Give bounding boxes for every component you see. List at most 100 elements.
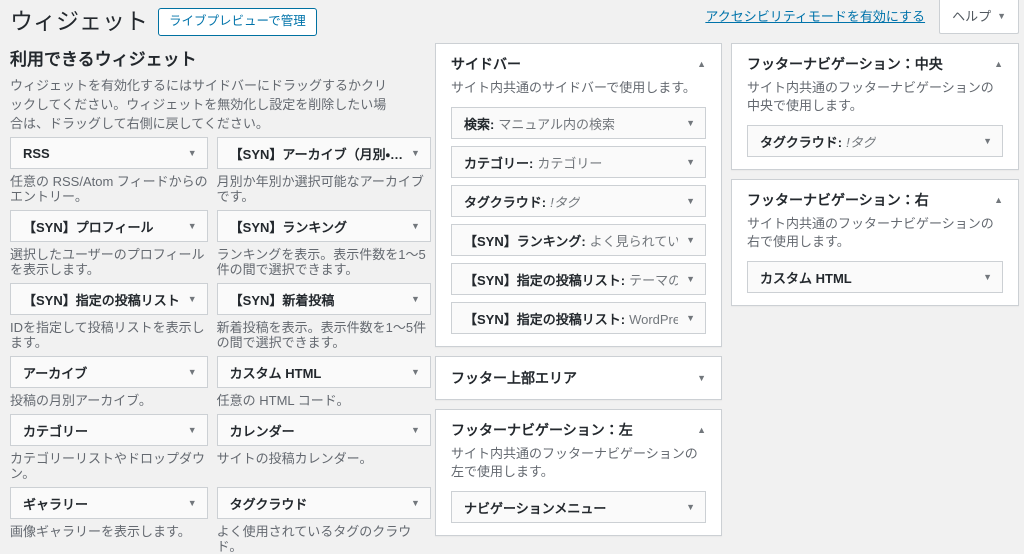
page-title: ウィジェット: [10, 7, 148, 37]
widget-title: 【SYN】アーカイブ（月別・…: [230, 144, 403, 163]
chevron-down-icon[interactable]: ▼: [403, 221, 420, 231]
widget-bar[interactable]: 【SYN】アーカイブ（月別・… ▼: [217, 137, 431, 169]
sidebar-panel-footer-nav-center: フッターナビゲーション：中央 ▲ サイト内共通のフッターナビゲーションの中央で使…: [731, 43, 1019, 170]
available-widget: アーカイブ ▼ 投稿の月別アーカイブ。: [10, 356, 208, 408]
panel-header[interactable]: フッターナビゲーション：左 ▲: [451, 421, 706, 439]
available-widget: カスタム HTML ▼ 任意の HTML コード。: [217, 356, 431, 408]
panel-widget-list: ナビゲーションメニュー ▼: [451, 491, 706, 523]
widget-bar[interactable]: カスタム HTML ▼: [217, 356, 431, 388]
widget-title: 【SYN】ランキング:よく見られている記事: [464, 231, 678, 250]
available-widget: 【SYN】指定の投稿リスト ▼ IDを指定して投稿リストを表示します。: [10, 283, 208, 350]
widget-title: 【SYN】指定の投稿リスト: [23, 290, 180, 309]
chevron-down-icon[interactable]: ▼: [180, 425, 197, 435]
widget-name: ナビゲーションメニュー: [464, 498, 606, 517]
widget-subtitle: テーマの適用: [629, 270, 678, 289]
widget-bar[interactable]: 【SYN】プロフィール ▼: [10, 210, 208, 242]
widget-bar[interactable]: 【SYN】指定の投稿リスト:WordPressの設定 ▼: [451, 302, 706, 334]
collapse-toggle-icon[interactable]: ▲: [986, 195, 1003, 205]
widget-bar[interactable]: ギャラリー ▼: [10, 487, 208, 519]
chevron-down-icon[interactable]: ▼: [975, 272, 992, 282]
panel-header[interactable]: サイドバー ▲: [451, 55, 706, 73]
available-widget: タグクラウド ▼ よく使用されているタグのクラウド。: [217, 487, 431, 554]
chevron-down-icon[interactable]: ▼: [403, 148, 420, 158]
panel-header[interactable]: フッター上部エリア ▼: [451, 369, 706, 387]
chevron-down-icon[interactable]: ▼: [678, 313, 695, 323]
available-widget: RSS ▼ 任意の RSS/Atom フィードからのエントリー。: [10, 137, 208, 204]
panel-title: フッターナビゲーション：右: [747, 191, 929, 209]
widget-title: アーカイブ: [23, 363, 87, 382]
widget-description: サイトの投稿カレンダー。: [217, 451, 431, 466]
widget-bar[interactable]: 【SYN】指定の投稿リスト ▼: [10, 283, 208, 315]
widget-bar[interactable]: 【SYN】ランキング:よく見られている記事 ▼: [451, 224, 706, 256]
chevron-down-icon[interactable]: ▼: [180, 221, 197, 231]
chevron-down-icon[interactable]: ▼: [403, 425, 420, 435]
chevron-down-icon[interactable]: ▼: [403, 294, 420, 304]
widget-bar[interactable]: RSS ▼: [10, 137, 208, 169]
chevron-down-icon[interactable]: ▼: [678, 118, 695, 128]
available-widget: ギャラリー ▼ 画像ギャラリーを表示します。: [10, 487, 208, 554]
widget-name: 【SYN】ランキング:: [464, 231, 586, 250]
panel-header[interactable]: フッターナビゲーション：右 ▲: [747, 191, 1003, 209]
collapse-toggle-icon[interactable]: ▼: [689, 373, 706, 383]
panel-description: サイト内共通のフッターナビゲーションの右で使用します。: [747, 215, 1003, 251]
panel-title: サイドバー: [451, 55, 521, 73]
widget-bar[interactable]: カテゴリー:カテゴリー ▼: [451, 146, 706, 178]
panel-title: フッターナビゲーション：左: [451, 421, 633, 439]
widget-title: 検索:マニュアル内の検索: [464, 114, 615, 133]
collapse-toggle-icon[interactable]: ▲: [689, 425, 706, 435]
collapse-toggle-icon[interactable]: ▲: [986, 59, 1003, 69]
sidebar-column-right: フッターナビゲーション：中央 ▲ サイト内共通のフッターナビゲーションの中央で使…: [731, 43, 1019, 315]
sidebar-panel-footer-nav-right: フッターナビゲーション：右 ▲ サイト内共通のフッターナビゲーションの右で使用し…: [731, 179, 1019, 306]
widget-bar[interactable]: アーカイブ ▼: [10, 356, 208, 388]
chevron-down-icon[interactable]: ▼: [180, 294, 197, 304]
widget-bar[interactable]: 検索:マニュアル内の検索 ▼: [451, 107, 706, 139]
widget-title: 【SYN】ランキング: [230, 217, 347, 236]
widget-name: 検索:: [464, 114, 494, 133]
chevron-down-icon[interactable]: ▼: [180, 148, 197, 158]
chevron-down-icon[interactable]: ▼: [403, 498, 420, 508]
widget-bar[interactable]: カレンダー ▼: [217, 414, 431, 446]
live-preview-button[interactable]: ライブプレビューで管理: [158, 8, 317, 36]
accessibility-mode-link[interactable]: アクセシビリティモードを有効にする: [705, 6, 925, 25]
help-label: ヘルプ: [952, 6, 991, 25]
widget-description: 投稿の月別アーカイブ。: [10, 393, 208, 408]
widget-bar[interactable]: 【SYN】新着投稿 ▼: [217, 283, 431, 315]
widget-name: カスタム HTML: [760, 268, 852, 287]
widget-bar[interactable]: カテゴリー ▼: [10, 414, 208, 446]
widget-bar[interactable]: タグクラウド:!タグ ▼: [747, 125, 1003, 157]
widget-name: タグクラウド:: [760, 132, 842, 151]
panel-header[interactable]: フッターナビゲーション：中央 ▲: [747, 55, 1003, 73]
widget-title: RSS: [23, 146, 50, 161]
widget-bar[interactable]: タグクラウド ▼: [217, 487, 431, 519]
widget-bar[interactable]: カスタム HTML ▼: [747, 261, 1003, 293]
widget-title: 【SYN】新着投稿: [230, 290, 335, 309]
chevron-down-icon[interactable]: ▼: [180, 367, 197, 377]
panel-description: サイト内共通のフッターナビゲーションの左で使用します。: [451, 445, 706, 481]
available-widget: 【SYN】ランキング ▼ ランキングを表示。表示件数を1〜5件の間で選択できます…: [217, 210, 431, 277]
widget-name: カテゴリー:: [464, 153, 533, 172]
chevron-down-icon[interactable]: ▼: [678, 502, 695, 512]
widget-name: 【SYN】指定の投稿リスト:: [464, 309, 625, 328]
widget-bar[interactable]: ナビゲーションメニュー ▼: [451, 491, 706, 523]
widget-subtitle: カテゴリー: [537, 153, 602, 172]
collapse-toggle-icon[interactable]: ▲: [689, 59, 706, 69]
panel-description: サイト内共通のサイドバーで使用します。: [451, 79, 706, 97]
widget-description: 任意の RSS/Atom フィードからのエントリー。: [10, 174, 208, 204]
widget-bar[interactable]: 【SYN】ランキング ▼: [217, 210, 431, 242]
widget-bar[interactable]: 【SYN】指定の投稿リスト:テーマの適用 ▼: [451, 263, 706, 295]
chevron-down-icon[interactable]: ▼: [975, 136, 992, 146]
chevron-down-icon[interactable]: ▼: [678, 235, 695, 245]
chevron-down-icon[interactable]: ▼: [678, 196, 695, 206]
help-button[interactable]: ヘルプ ▼: [939, 0, 1019, 34]
panel-title: フッター上部エリア: [451, 369, 577, 387]
sidebar-panel-footer-nav-left: フッターナビゲーション：左 ▲ サイト内共通のフッターナビゲーションの左で使用し…: [435, 409, 722, 536]
widget-title: 【SYN】プロフィール: [23, 217, 153, 236]
widget-subtitle: WordPressの設定: [629, 309, 678, 328]
available-widget: カテゴリー ▼ カテゴリーリストやドロップダウン。: [10, 414, 208, 481]
chevron-down-icon[interactable]: ▼: [678, 157, 695, 167]
widget-bar[interactable]: タグクラウド:!タグ ▼: [451, 185, 706, 217]
chevron-down-icon[interactable]: ▼: [180, 498, 197, 508]
chevron-down-icon[interactable]: ▼: [678, 274, 695, 284]
panel-description: サイト内共通のフッターナビゲーションの中央で使用します。: [747, 79, 1003, 115]
chevron-down-icon[interactable]: ▼: [403, 367, 420, 377]
